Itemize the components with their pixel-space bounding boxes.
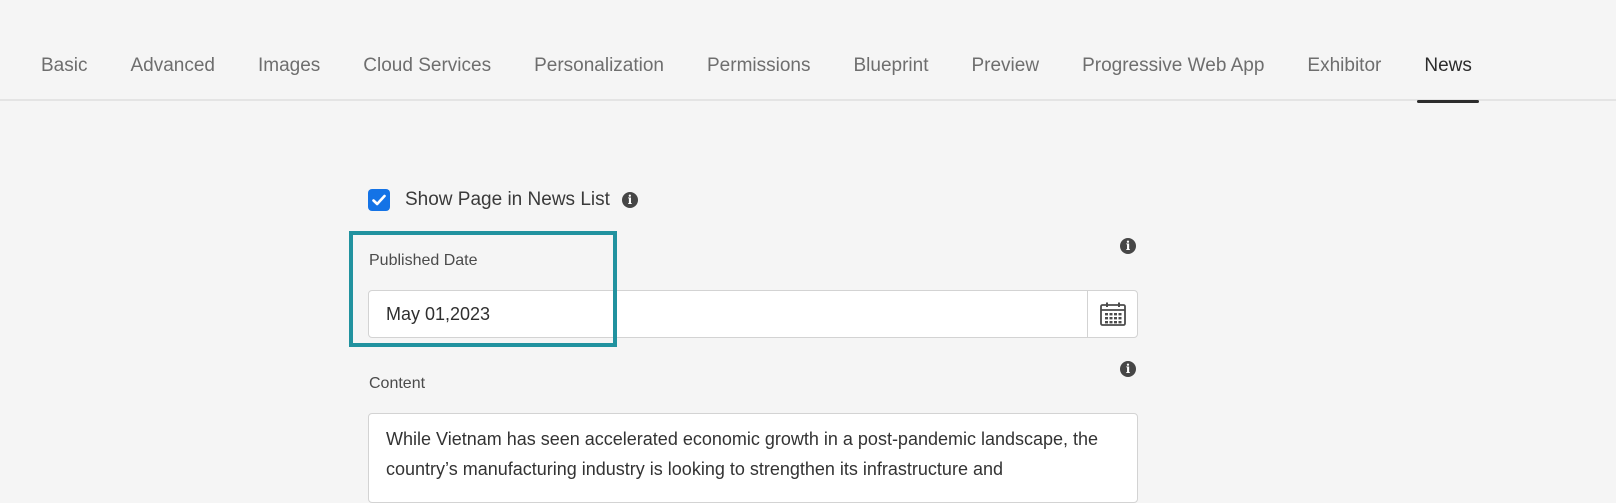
info-icon[interactable]: i (1120, 238, 1136, 254)
published-date-field (368, 290, 1138, 338)
tab-cloud-services[interactable]: Cloud Services (363, 48, 491, 84)
info-icon[interactable]: i (1120, 361, 1136, 377)
tab-news[interactable]: News (1417, 48, 1479, 103)
tab-basic[interactable]: Basic (41, 48, 87, 84)
tab-permissions[interactable]: Permissions (707, 48, 810, 84)
tab-advanced[interactable]: Advanced (130, 48, 215, 84)
tab-exhibitor[interactable]: Exhibitor (1307, 48, 1381, 84)
tab-blueprint[interactable]: Blueprint (853, 48, 928, 84)
checkmark-icon (372, 194, 386, 206)
show-in-news-list-label: Show Page in News List (405, 189, 610, 210)
tab-progressive-web-app[interactable]: Progressive Web App (1082, 48, 1264, 84)
published-date-input[interactable] (369, 291, 1087, 337)
tab-personalization[interactable]: Personalization (534, 48, 664, 84)
content-textarea[interactable]: While Vietnam has seen accelerated econo… (368, 413, 1138, 503)
show-in-news-list-row: Show Page in News List i (368, 189, 638, 211)
info-icon[interactable]: i (621, 192, 638, 208)
tab-list: Basic Advanced Images Cloud Services Per… (41, 48, 1515, 103)
content-label: Content (369, 375, 426, 392)
tab-images[interactable]: Images (258, 48, 320, 84)
published-date-label: Published Date (369, 252, 478, 269)
tab-preview[interactable]: Preview (971, 48, 1039, 84)
calendar-button[interactable] (1087, 291, 1137, 337)
tab-bar: Basic Advanced Images Cloud Services Per… (0, 0, 1616, 103)
show-in-news-list-checkbox[interactable] (368, 189, 390, 211)
calendar-icon (1099, 302, 1126, 326)
